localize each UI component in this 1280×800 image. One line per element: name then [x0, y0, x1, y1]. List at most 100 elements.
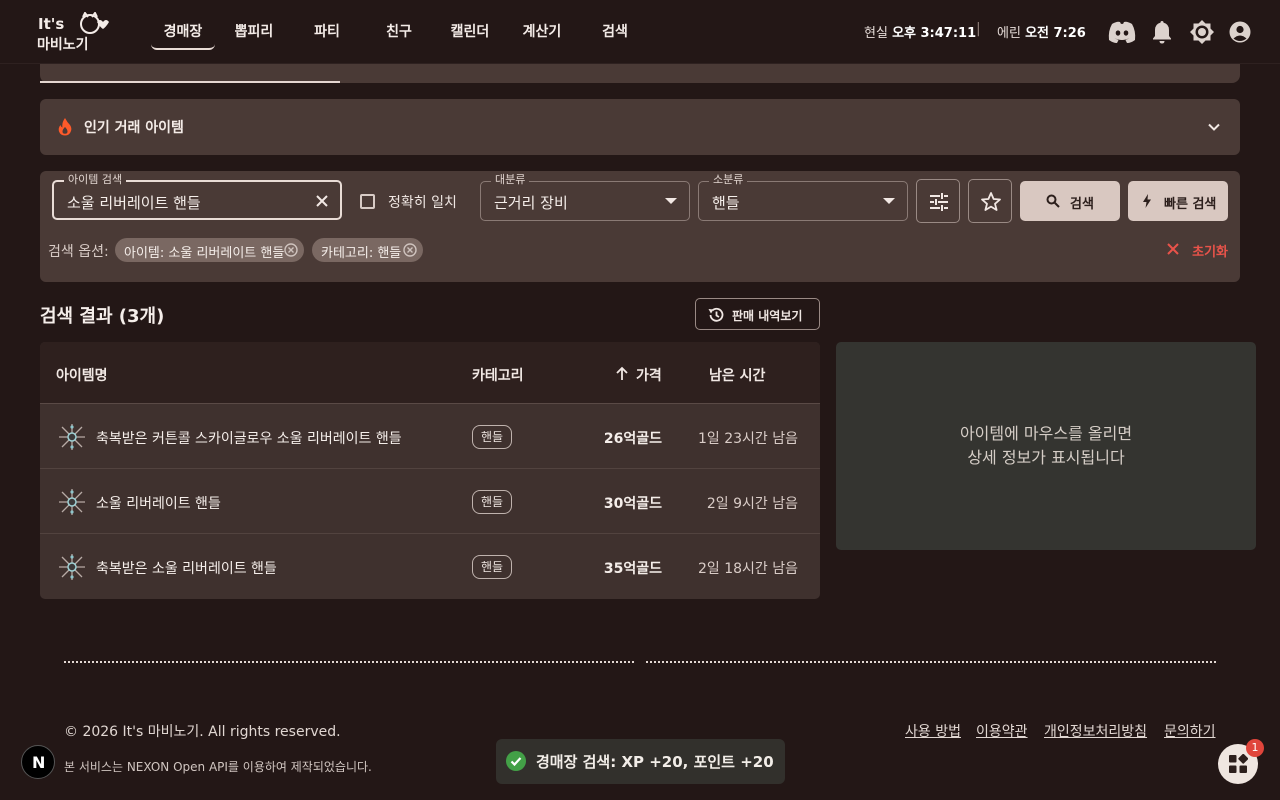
quick-search-button[interactable]: 빠른 검색 — [1128, 181, 1228, 221]
detail-hint-line2: 상세 정보가 표시됩니다 — [967, 448, 1125, 467]
clock-separator: | — [976, 21, 981, 37]
search-button-label: 검색 — [1070, 197, 1094, 212]
handle-item-icon — [59, 424, 85, 450]
table-row[interactable]: 소울 리버레이트 핸들 핸들 30억골드 2일 9시간 남음 — [40, 469, 820, 534]
filter-chip-category[interactable]: 카테고리: 핸들 — [312, 238, 423, 262]
footer-link-terms[interactable]: 이용약관 — [976, 721, 1028, 741]
widget-menu-button[interactable]: 1 — [1218, 739, 1264, 784]
item-name: 소울 리버레이트 핸들 — [96, 496, 221, 512]
search-options-label: 검색 옵션: — [48, 244, 109, 260]
real-clock-time: 오후 3:47:11 — [892, 26, 977, 41]
item-name: 축복받은 소울 리버레이트 핸들 — [96, 561, 277, 577]
fire-icon — [58, 118, 72, 136]
nav-party[interactable]: 파티 — [296, 14, 358, 50]
time-remaining: 2일 9시간 남음 — [706, 496, 798, 512]
col-remaining[interactable]: 남은 시간 — [709, 365, 765, 385]
popular-items-accordion[interactable]: 인기 거래 아이템 — [40, 99, 1240, 155]
category-label: 대분류 — [491, 173, 530, 187]
category-value: 근거리 장비 — [494, 194, 568, 212]
star-icon — [981, 192, 1001, 211]
search-panel: 아이템 검색 소울 리버레이트 핸들 정확히 일치 대분류 근거리 장비 소분류… — [40, 171, 1240, 282]
item-name: 축복받은 커튼콜 스카이글로우 소울 리버레이트 핸들 — [96, 431, 402, 447]
item-price: 30억골드 — [603, 496, 662, 512]
discord-icon[interactable] — [1107, 19, 1137, 45]
table-header: 아이템명 카테고리 가격 남은 시간 — [40, 342, 820, 404]
footer-divider — [64, 661, 634, 663]
copyright: © 2026 It's 마비노기. All rights reserved. — [64, 724, 341, 740]
filter-chip-item-label: 아이템: 소울 리버레이트 핸들 — [124, 246, 285, 261]
remove-chip-icon[interactable] — [403, 243, 417, 257]
handle-item-icon — [59, 554, 85, 580]
item-search-value[interactable]: 소울 리버레이트 핸들 — [67, 192, 201, 213]
exact-match-box[interactable] — [360, 194, 375, 209]
footer-link-privacy[interactable]: 개인정보처리방침 — [1044, 721, 1147, 741]
footer-link-guide[interactable]: 사용 방법 — [905, 721, 961, 741]
nav-auction[interactable]: 경매장 — [151, 14, 215, 50]
sales-history-button[interactable]: 판매 내역보기 — [695, 298, 820, 330]
real-clock: 현실 오후 3:47:11 — [864, 22, 976, 41]
col-price[interactable]: 가격 — [636, 365, 662, 385]
col-category[interactable]: 카테고리 — [472, 365, 524, 385]
theme-toggle-icon[interactable] — [1189, 19, 1215, 45]
advanced-filter-button[interactable] — [916, 179, 960, 223]
nextjs-dev-badge[interactable]: N — [21, 745, 55, 779]
toast-message: 경매장 검색: XP +20, 포인트 +20 — [536, 753, 774, 771]
exact-match-label: 정확히 일치 — [388, 195, 457, 211]
results-table: 아이템명 카테고리 가격 남은 시간 축복받은 커튼콜 스카이글로우 소울 리버… — [40, 342, 820, 599]
bolt-icon — [1143, 194, 1151, 208]
time-remaining: 2일 18시간 남음 — [697, 561, 798, 577]
item-search-input[interactable]: 아이템 검색 소울 리버레이트 핸들 — [52, 173, 342, 220]
popular-items-title: 인기 거래 아이템 — [84, 120, 184, 136]
category-badge: 핸들 — [472, 425, 513, 449]
sort-ascending-icon[interactable] — [615, 366, 629, 382]
app-logo[interactable]: It's 마비노기 — [36, 12, 114, 52]
nav-calculator[interactable]: 계산기 — [511, 14, 573, 50]
account-icon[interactable] — [1229, 19, 1251, 45]
svg-text:It's: It's — [38, 15, 64, 33]
active-tab-indicator — [40, 81, 340, 83]
subcategory-value: 핸들 — [712, 194, 740, 212]
filter-chip-category-label: 카테고리: 핸들 — [321, 246, 402, 261]
caret-down-icon — [665, 198, 677, 204]
reset-button[interactable]: 초기화 — [1167, 241, 1228, 260]
nav-friends[interactable]: 친구 — [368, 14, 430, 50]
table-row[interactable]: 축복받은 커튼콜 스카이글로우 소울 리버레이트 핸들 핸들 26억골드 1일 … — [40, 404, 820, 469]
col-name[interactable]: 아이템명 — [56, 365, 108, 385]
category-badge: 핸들 — [472, 555, 513, 579]
item-detail-panel: 아이템에 마우스를 올리면 상세 정보가 표시됩니다 — [836, 342, 1256, 550]
item-price: 35억골드 — [603, 561, 662, 577]
filter-chip-item[interactable]: 아이템: 소울 리버레이트 핸들 — [115, 238, 304, 262]
nav-search[interactable]: 검색 — [584, 14, 646, 50]
table-row[interactable]: 축복받은 소울 리버레이트 핸들 핸들 35억골드 2일 18시간 남음 — [40, 534, 820, 599]
subcategory-select[interactable]: 소분류 핸들 — [698, 173, 908, 221]
bell-icon[interactable] — [1151, 19, 1173, 45]
time-remaining: 1일 23시간 남음 — [697, 431, 798, 447]
close-icon — [1167, 243, 1179, 255]
chevron-down-icon — [1208, 123, 1220, 131]
nav-gacha[interactable]: 뽑피리 — [223, 14, 285, 50]
clear-search-icon[interactable] — [314, 193, 330, 209]
sales-history-label: 판매 내역보기 — [732, 309, 803, 323]
nav-calendar[interactable]: 캘린더 — [439, 14, 501, 50]
erinn-clock-time: 오전 7:26 — [1025, 26, 1086, 41]
erinn-clock: 에린 오전 7:26 — [997, 22, 1086, 41]
item-price: 26억골드 — [603, 431, 662, 447]
sliders-icon — [930, 193, 948, 211]
search-icon — [1046, 194, 1060, 208]
item-search-label: 아이템 검색 — [64, 173, 127, 187]
grid-icon — [1229, 754, 1248, 773]
remove-chip-icon[interactable] — [284, 243, 298, 257]
api-notice: 본 서비스는 NEXON Open API를 이용하여 제작되었습니다. — [64, 760, 372, 774]
toast-notification: 경매장 검색: XP +20, 포인트 +20 — [496, 739, 785, 784]
search-button[interactable]: 검색 — [1020, 181, 1120, 221]
subcategory-label: 소분류 — [709, 173, 748, 187]
detail-hint-line1: 아이템에 마우스를 올리면 — [959, 424, 1133, 443]
reset-label: 초기화 — [1192, 245, 1228, 260]
check-circle-icon — [506, 751, 526, 771]
category-select[interactable]: 대분류 근거리 장비 — [480, 173, 690, 221]
favorite-button[interactable] — [968, 179, 1012, 223]
footer-link-contact[interactable]: 문의하기 — [1164, 721, 1216, 741]
caret-down-icon — [883, 198, 895, 204]
history-icon — [708, 307, 724, 322]
notification-count-badge: 1 — [1246, 739, 1264, 757]
